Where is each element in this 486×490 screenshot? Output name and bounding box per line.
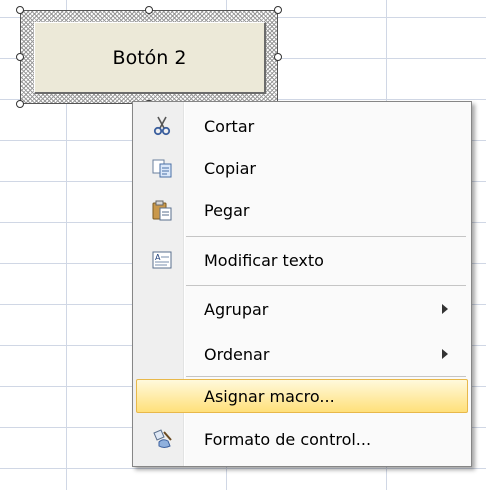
- menu-item-label: Agrupar: [204, 300, 269, 319]
- paste-icon: [151, 199, 173, 221]
- menu-item-label: Asignar macro...: [204, 387, 335, 406]
- menu-separator: [186, 236, 466, 237]
- menu-item-group[interactable]: Agrupar: [136, 292, 468, 326]
- menu-separator: [186, 285, 466, 286]
- menu-item-label: Formato de control...: [204, 430, 372, 449]
- form-button-label: Botón 2: [112, 46, 187, 69]
- menu-item-paste[interactable]: Pegar: [136, 193, 468, 227]
- menu-item-cut[interactable]: Cortar: [136, 109, 468, 143]
- menu-item-label: Copiar: [204, 159, 256, 178]
- resize-handle-middle-right[interactable]: [274, 53, 282, 61]
- form-button[interactable]: Botón 2: [34, 22, 266, 94]
- resize-handle-bottom-left[interactable]: [16, 100, 24, 108]
- menu-item-label: Cortar: [204, 117, 255, 136]
- menu-item-format-control[interactable]: Formato de control...: [136, 422, 468, 456]
- svg-text:A: A: [155, 253, 161, 262]
- edit-text-icon: A: [151, 249, 173, 271]
- menu-item-copy[interactable]: Copiar: [136, 151, 468, 185]
- menu-item-label: Modificar texto: [204, 251, 324, 270]
- menu-item-order[interactable]: Ordenar: [136, 337, 468, 371]
- menu-item-edit-text[interactable]: A Modificar texto: [136, 243, 468, 277]
- menu-item-label: Ordenar: [204, 345, 270, 364]
- resize-handle-top-right[interactable]: [274, 6, 282, 14]
- menu-item-label: Pegar: [204, 201, 250, 220]
- format-control-icon: [151, 428, 173, 450]
- resize-handle-middle-left[interactable]: [16, 53, 24, 61]
- copy-icon: [151, 157, 173, 179]
- context-menu: Cortar Copiar Pegar A Modificar texto Ag…: [132, 101, 472, 467]
- menu-item-assign-macro[interactable]: Asignar macro...: [136, 379, 468, 413]
- menu-separator: [186, 376, 466, 377]
- scissors-icon: [151, 115, 173, 137]
- resize-handle-top-left[interactable]: [16, 6, 24, 14]
- submenu-arrow-icon: [442, 349, 448, 359]
- submenu-arrow-icon: [442, 304, 448, 314]
- resize-handle-top-center[interactable]: [145, 6, 153, 14]
